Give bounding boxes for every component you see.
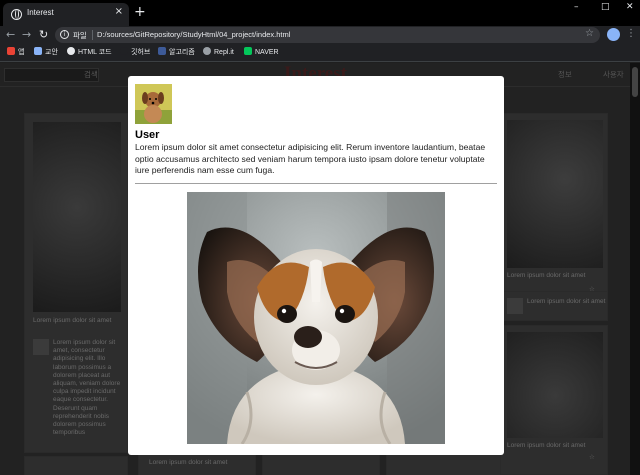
reload-icon[interactable]: ↻ xyxy=(39,28,48,41)
globe-icon xyxy=(11,9,22,20)
site-search-button[interactable]: 검색 xyxy=(84,69,98,80)
apps-grid-icon xyxy=(7,47,15,55)
info-icon[interactable]: i xyxy=(60,30,69,39)
right-row-thumb xyxy=(507,298,523,314)
replit-icon xyxy=(203,47,211,55)
bookmark-github[interactable]: 깃허브 xyxy=(120,47,150,57)
jo-icon xyxy=(158,47,166,55)
browser-window: Interest × + – □ ✕ ← → ↻ i 파일 D:/sources… xyxy=(0,0,640,475)
minimize-icon[interactable]: – xyxy=(574,2,579,12)
tab-interest[interactable]: Interest × xyxy=(3,3,129,26)
left-card-2[interactable] xyxy=(24,456,128,475)
file-scheme-label: 파일 xyxy=(73,31,87,40)
nav-info[interactable]: 정보 xyxy=(558,69,572,80)
user-avatar xyxy=(135,84,172,124)
bookmarks-bar: 앱 교안 HTML 코드 깃허브 알고리즘 Repl.it NAVER xyxy=(0,44,640,62)
close-window-icon[interactable]: ✕ xyxy=(626,2,634,12)
new-tab-button[interactable]: + xyxy=(134,4,146,20)
bookmark-naver[interactable]: NAVER xyxy=(244,47,279,56)
papillon-dog-image xyxy=(187,192,445,444)
browser-toolbar: ← → ↻ i 파일 D:/sources/GitRepository/Stud… xyxy=(0,26,640,44)
bookmark-algorithm[interactable]: 알고리즘 xyxy=(158,47,195,57)
cat-image xyxy=(33,122,121,312)
modal-photo xyxy=(187,192,445,444)
bookmark-html-code[interactable]: HTML 코드 xyxy=(67,47,112,57)
address-separator xyxy=(92,30,93,40)
right-row-text: Lorem ipsum dolor sit amet xyxy=(527,298,606,305)
nav-user[interactable]: 사용자 xyxy=(603,69,624,80)
bookmark-icon xyxy=(34,47,42,55)
left-card[interactable]: Lorem ipsum dolor sit amet Lorem ipsum d… xyxy=(24,113,128,453)
maximize-icon[interactable]: □ xyxy=(601,2,610,12)
kitten-image xyxy=(507,120,603,268)
right-card-2-caption: Lorem ipsum dolor sit amet xyxy=(507,442,586,449)
close-tab-icon[interactable]: × xyxy=(115,6,123,17)
address-bar[interactable]: i 파일 D:/sources/GitRepository/StudyHtml/… xyxy=(55,27,600,43)
tab-strip: Interest × + – □ ✕ xyxy=(0,0,640,26)
center-card-3[interactable] xyxy=(386,453,504,475)
modal-divider xyxy=(135,183,497,184)
bookmark-course[interactable]: 교안 xyxy=(34,47,58,57)
profile-avatar-icon[interactable] xyxy=(607,28,620,41)
puppy-avatar-image xyxy=(135,84,172,124)
right-row[interactable]: Lorem ipsum dolor sit amet xyxy=(500,291,608,321)
center-card-2[interactable] xyxy=(262,453,380,475)
center-card-caption: Lorem ipsum dolor sit amet xyxy=(149,459,228,466)
tab-title: Interest xyxy=(27,8,54,17)
url-text[interactable]: D:/sources/GitRepository/StudyHtml/04_pr… xyxy=(97,30,290,39)
github-icon xyxy=(120,47,128,55)
center-card[interactable]: Lorem ipsum dolor sit amet xyxy=(138,453,256,475)
star-icon[interactable]: ☆ xyxy=(585,28,594,39)
right-card[interactable]: Lorem ipsum dolor sit amet ☆ xyxy=(500,113,608,303)
bookmark-replit[interactable]: Repl.it xyxy=(203,47,234,56)
star-icon[interactable]: ☆ xyxy=(589,454,595,462)
modal-description: Lorem ipsum dolor sit amet consectetur a… xyxy=(135,142,486,176)
dog-image xyxy=(507,332,603,438)
modal-username: User xyxy=(135,129,160,141)
naver-icon xyxy=(244,47,252,55)
github-icon xyxy=(67,47,75,55)
bookmark-apps[interactable]: 앱 xyxy=(7,47,24,57)
post-modal: User Lorem ipsum dolor sit amet consecte… xyxy=(128,76,504,455)
back-arrow-icon[interactable]: ← xyxy=(6,28,15,41)
page-scrollbar[interactable] xyxy=(630,63,640,475)
scrollbar-thumb[interactable] xyxy=(632,67,638,97)
kebab-menu-icon[interactable]: ⋮ xyxy=(626,28,636,39)
forward-arrow-icon[interactable]: → xyxy=(22,28,31,41)
right-card-2[interactable]: Lorem ipsum dolor sit amet ☆ xyxy=(500,325,608,475)
left-card-thumb xyxy=(33,339,49,355)
left-card-caption: Lorem ipsum dolor sit amet xyxy=(33,317,112,324)
left-card-text: Lorem ipsum dolor sit amet, consectetur … xyxy=(53,339,121,437)
right-card-caption: Lorem ipsum dolor sit amet xyxy=(507,272,586,279)
